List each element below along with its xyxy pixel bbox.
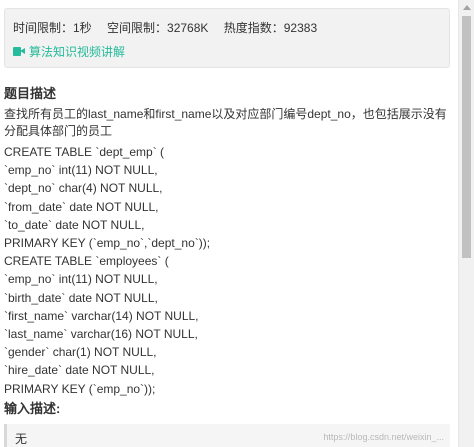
limits-line: 时间限制：1秒 空间限制：32768K 热度指数：92383 xyxy=(13,19,329,36)
heat-index: 热度指数：92383 xyxy=(223,21,318,35)
code-line: PRIMARY KEY (`emp_no`,`dept_no`)); xyxy=(4,236,211,251)
code-line: `emp_no` int(11) NOT NULL, xyxy=(4,272,158,287)
input-description-value: 无 xyxy=(15,432,28,446)
time-limit: 时间限制：1秒 xyxy=(13,21,92,35)
code-line: CREATE TABLE `dept_emp` ( xyxy=(4,145,165,159)
video-link-label: 算法知识视频讲解 xyxy=(29,45,126,59)
description-title: 题目描述 xyxy=(4,86,57,101)
space-limit: 空间限制：32768K xyxy=(107,21,209,35)
scrollbar-thumb[interactable] xyxy=(462,16,471,258)
watermark: https://blog.csdn.net/weixin_... xyxy=(323,432,444,442)
code-line: `first_name` varchar(14) NOT NULL, xyxy=(4,308,199,323)
code-line: `dept_no` char(4) NOT NULL, xyxy=(4,181,163,196)
input-description-box: 无 https://blog.csdn.net/weixin_... xyxy=(4,424,450,447)
problem-page: 时间限制：1秒 空间限制：32768K 热度指数：92383 算法知识视频讲解 … xyxy=(0,0,458,447)
problem-info-panel: 时间限制：1秒 空间限制：32768K 热度指数：92383 算法知识视频讲解 xyxy=(4,8,450,68)
video-explanation-link[interactable]: 算法知识视频讲解 xyxy=(13,43,125,60)
code-line: PRIMARY KEY (`emp_no`)); xyxy=(4,381,156,396)
sql-code-block: CREATE TABLE `dept_emp` ( `emp_no` int(11… xyxy=(4,143,210,398)
code-line: `to_date` date NOT NULL, xyxy=(4,217,145,232)
code-line: `birth_date` date NOT NULL, xyxy=(4,290,158,305)
description-text: 查找所有员工的last_name和first_name以及对应部门编号dept_… xyxy=(4,107,447,138)
code-line: CREATE TABLE `employees` ( xyxy=(4,254,169,269)
code-line: `from_date` date NOT NULL, xyxy=(4,199,159,214)
vertical-scrollbar[interactable] xyxy=(458,0,474,447)
code-line: `last_name` varchar(16) NOT NULL, xyxy=(4,327,198,342)
code-line: `emp_no` int(11) NOT NULL, xyxy=(4,163,158,178)
scroll-up-arrow-icon[interactable] xyxy=(463,5,471,10)
code-line: `hire_date` date NOT NULL, xyxy=(4,363,155,378)
code-line: `gender` char(1) NOT NULL, xyxy=(4,345,157,360)
input-description-title: 输入描述: xyxy=(4,401,61,416)
video-camera-icon xyxy=(13,47,25,56)
